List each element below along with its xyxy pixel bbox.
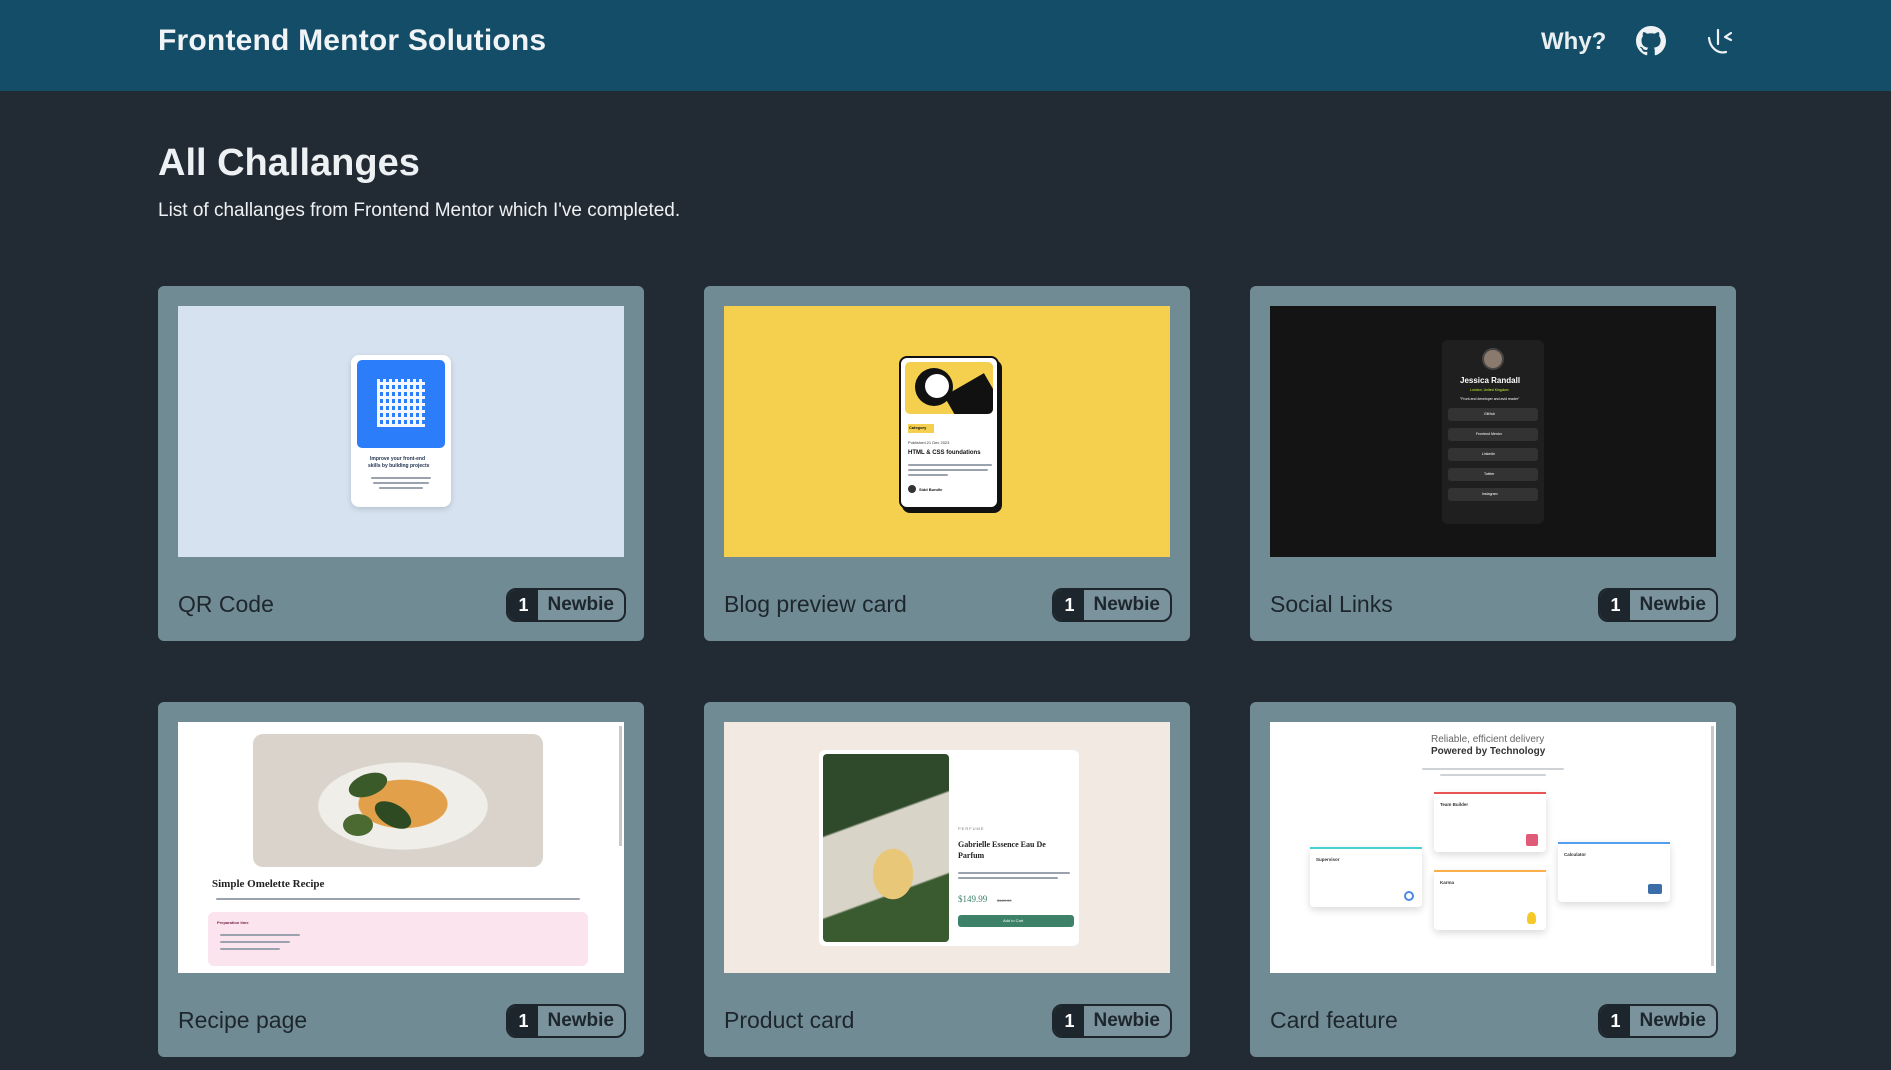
challenge-title: Blog preview card	[724, 591, 907, 617]
difficulty-badge: 1 Newbie	[1598, 588, 1718, 622]
challenge-thumbnail: Jessica Randall London, United Kingdom "…	[1270, 306, 1716, 557]
badge-count: 1	[1054, 590, 1085, 620]
blog-illustration	[905, 362, 993, 414]
perfume-photo	[823, 754, 949, 942]
challenge-card-qr-code[interactable]: Improve your front-end skills by buildin…	[158, 286, 644, 641]
social-link-fem: Frontend Mentor	[1476, 432, 1502, 436]
badge-level: Newbie	[1093, 1010, 1160, 1031]
challenge-card-product-card[interactable]: PERFUME Gabrielle Essence Eau De Parfum …	[704, 702, 1190, 1057]
difficulty-badge: 1 Newbie	[1598, 1004, 1718, 1038]
social-location: London, United Kingdom	[1470, 388, 1509, 392]
prep-box: Preparation time	[208, 912, 588, 966]
blog-tag-label: Category	[909, 425, 927, 430]
badge-level: Newbie	[1093, 594, 1160, 615]
challenge-card-recipe-page[interactable]: Simple Omelette Recipe Preparation time …	[158, 702, 644, 1057]
badge-level: Newbie	[547, 1010, 614, 1031]
qr-code-image	[357, 360, 445, 448]
social-link-github: GitHub	[1484, 412, 1495, 416]
blog-heading: HTML & CSS foundations	[908, 450, 981, 456]
feature-card-supervisor: Supervisor	[1310, 847, 1422, 907]
page-title: All Challanges	[158, 142, 420, 184]
social-link-linkedin: LinkedIn	[1482, 452, 1496, 456]
feature-card-karma: Karma	[1434, 870, 1546, 930]
challenge-thumbnail: Reliable, efficient delivery Powered by …	[1270, 722, 1716, 973]
product-old-price: $169.99	[997, 898, 1012, 903]
badge-count: 1	[1600, 1006, 1631, 1036]
add-to-cart-label: Add to Cart	[1003, 918, 1024, 923]
badge-level: Newbie	[547, 594, 614, 615]
social-profile-card: Jessica Randall London, United Kingdom "…	[1442, 340, 1544, 524]
brand-link[interactable]: Frontend Mentor Solutions	[158, 24, 546, 58]
difficulty-badge: 1 Newbie	[506, 588, 626, 622]
page-subtitle: List of challanges from Frontend Mentor …	[158, 200, 681, 221]
product-category: PERFUME	[958, 826, 985, 831]
difficulty-badge: 1 Newbie	[1052, 588, 1172, 622]
feature-line2: Powered by Technology	[1431, 746, 1546, 757]
avatar	[1482, 348, 1504, 370]
badge-level: Newbie	[1639, 594, 1706, 615]
challenge-title: QR Code	[178, 591, 274, 617]
challenge-title: Social Links	[1270, 591, 1393, 617]
feature-card-title: Karma	[1440, 880, 1455, 885]
challenge-card-social-links[interactable]: Jessica Randall London, United Kingdom "…	[1250, 286, 1736, 641]
blog-preview-card: Category Published 21 Dec 2023 HTML & CS…	[899, 356, 999, 509]
badge-count: 1	[508, 1006, 539, 1036]
blog-date: Published 21 Dec 2023	[908, 440, 950, 445]
social-name: Jessica Randall	[1460, 376, 1521, 385]
badge-level: Newbie	[1639, 1010, 1706, 1031]
omelette-photo	[253, 734, 543, 867]
badge-count: 1	[1600, 590, 1631, 620]
qr-preview-line1: Improve your front-end	[370, 456, 426, 462]
qr-preview-line2: skills by building projects	[368, 463, 430, 469]
profile-logo-icon[interactable]	[1704, 24, 1738, 58]
feature-card-team-builder: Team Builder	[1434, 792, 1546, 852]
feature-card-title: Calculator	[1564, 852, 1587, 857]
challenge-title: Card feature	[1270, 1007, 1398, 1033]
challenge-thumbnail: Category Published 21 Dec 2023 HTML & CS…	[724, 306, 1170, 557]
blog-author: Sidd Bundle	[919, 487, 943, 492]
recipe-title: Simple Omelette Recipe	[212, 878, 325, 890]
feature-card-title: Supervisor	[1316, 857, 1340, 862]
product-preview-card: PERFUME Gabrielle Essence Eau De Parfum …	[819, 750, 1079, 946]
difficulty-badge: 1 Newbie	[1052, 1004, 1172, 1038]
social-link-instagram: Instagram	[1482, 492, 1498, 496]
top-navbar: Frontend Mentor Solutions Why?	[0, 0, 1891, 91]
product-name-line1: Gabrielle Essence Eau De	[958, 840, 1046, 849]
challenge-thumbnail: PERFUME Gabrielle Essence Eau De Parfum …	[724, 722, 1170, 973]
scrollbar	[1711, 726, 1714, 966]
challenge-card-blog-preview[interactable]: Category Published 21 Dec 2023 HTML & CS…	[704, 286, 1190, 641]
feature-line1: Reliable, efficient delivery	[1431, 734, 1545, 745]
badge-count: 1	[1054, 1006, 1085, 1036]
feature-card-calculator: Calculator	[1558, 842, 1670, 902]
prep-title: Preparation time	[217, 920, 249, 925]
social-quote: "Front-end developer and avid reader"	[1460, 397, 1520, 401]
product-name-line2: Parfum	[958, 851, 985, 860]
why-link[interactable]: Why?	[1541, 28, 1606, 56]
challenge-title: Recipe page	[178, 1007, 308, 1033]
social-link-twitter: Twitter	[1484, 472, 1495, 476]
product-price: $149.99	[958, 894, 988, 904]
challenge-title: Product card	[724, 1007, 855, 1033]
github-icon[interactable]	[1634, 24, 1668, 58]
feature-card-title: Team Builder	[1440, 802, 1469, 807]
challenge-thumbnail: Improve your front-end skills by buildin…	[178, 306, 624, 557]
difficulty-badge: 1 Newbie	[506, 1004, 626, 1038]
qr-preview-card: Improve your front-end skills by buildin…	[351, 355, 451, 507]
challenge-thumbnail: Simple Omelette Recipe Preparation time	[178, 722, 624, 973]
scrollbar	[619, 726, 622, 846]
challenge-card-card-feature[interactable]: Reliable, efficient delivery Powered by …	[1250, 702, 1736, 1057]
badge-count: 1	[508, 590, 539, 620]
